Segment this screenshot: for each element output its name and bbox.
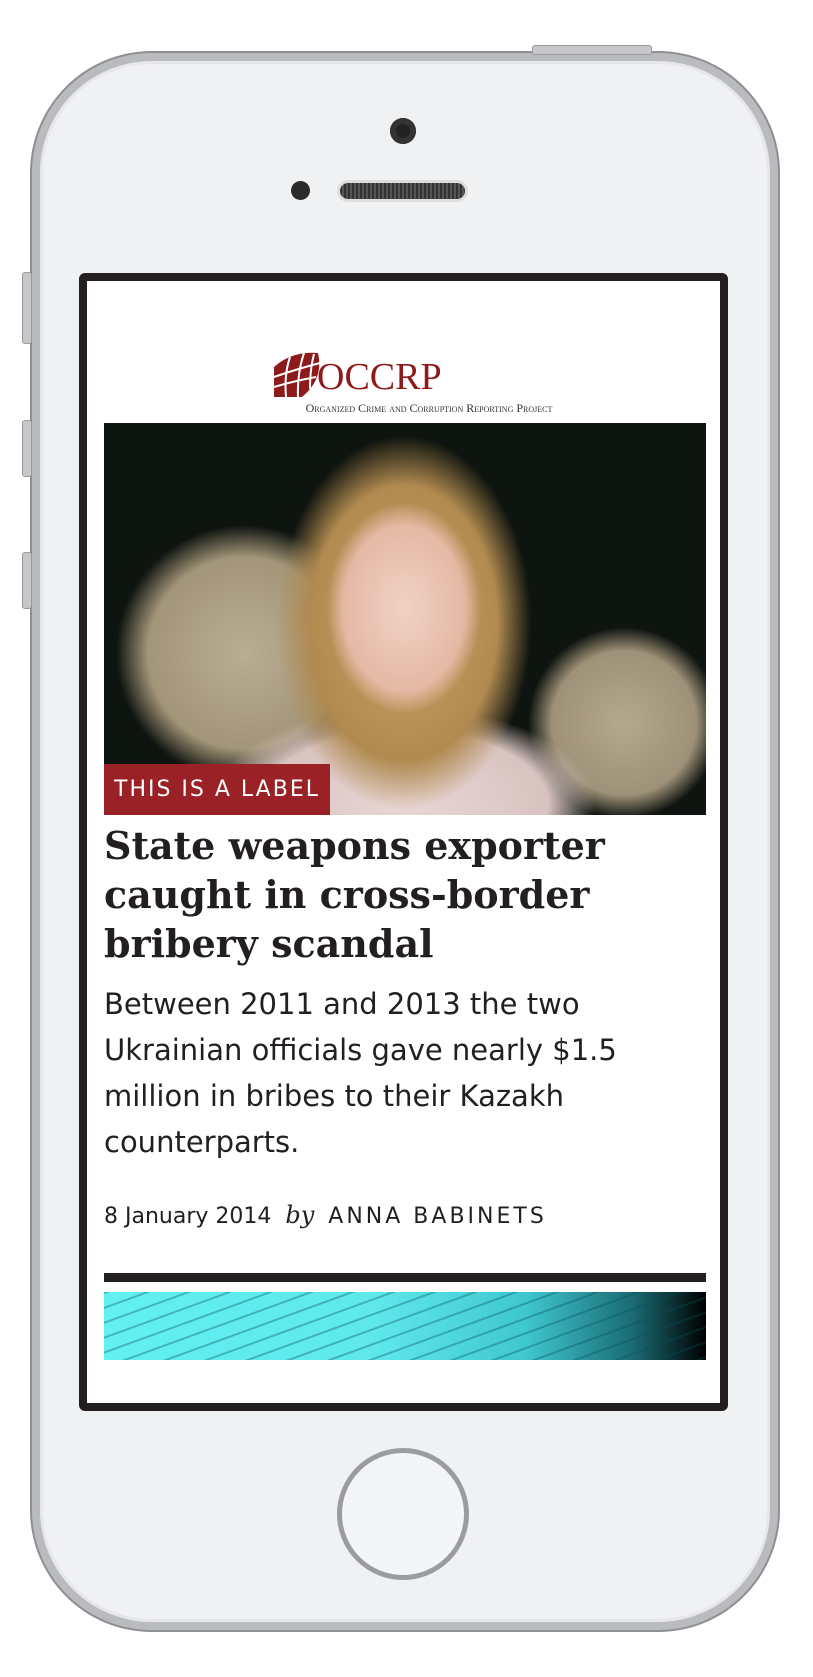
occrp-logo[interactable]: OCCRP Organized Crime and Corruption Rep… [264, 349, 594, 421]
author-name[interactable]: ANNA BABINETS [328, 1204, 547, 1229]
by-text: by [285, 1201, 315, 1229]
article-headline[interactable]: State weapons exporter caught in cross-b… [104, 821, 706, 968]
logo-tagline: Organized Crime and Corruption Reporting… [305, 401, 553, 415]
camera-icon [390, 118, 416, 144]
speaker-grille [337, 180, 468, 202]
next-article-image[interactable] [104, 1292, 706, 1360]
home-button[interactable] [337, 1448, 469, 1580]
volume-up-button [22, 420, 32, 477]
sensor-icon [291, 181, 310, 200]
article-image[interactable] [104, 423, 706, 815]
screen: OCCRP Organized Crime and Corruption Rep… [79, 273, 728, 1411]
volume-down-button [22, 552, 32, 609]
category-label[interactable]: THIS IS A LABEL [104, 764, 330, 815]
section-divider [104, 1273, 706, 1282]
logo-wordmark: OCCRP [317, 356, 442, 398]
article-summary: Between 2011 and 2013 the two Ukrainian … [104, 987, 617, 1159]
byline: 8 January 2014 by ANNA BABINETS [104, 1201, 547, 1229]
mute-switch [22, 272, 32, 344]
globe-icon [273, 352, 321, 398]
power-button [532, 45, 652, 55]
article-date: 8 January 2014 [104, 1204, 272, 1229]
